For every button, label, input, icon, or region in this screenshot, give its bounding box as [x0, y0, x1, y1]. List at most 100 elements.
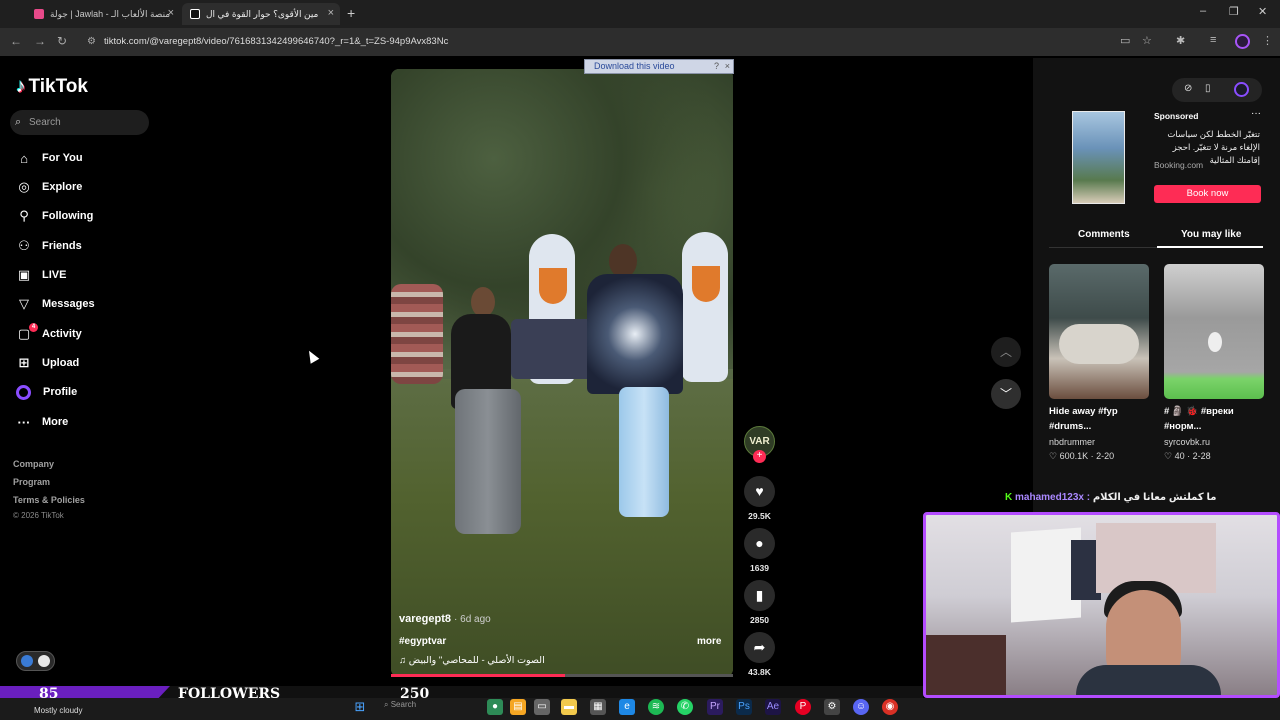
tab-comments[interactable]: Comments — [1078, 229, 1130, 240]
like-button[interactable]: ♥ — [744, 476, 775, 507]
weather-widget[interactable]: Mostly cloudy — [34, 706, 82, 715]
recommended-video-author[interactable]: nbdrummer — [1049, 437, 1095, 447]
nav-upload[interactable]: ⊞ Upload — [15, 352, 80, 374]
maximize-icon[interactable]: ❐ — [1229, 5, 1239, 18]
search-input[interactable]: ⌕ Search — [10, 110, 149, 135]
close-tab-icon[interactable]: × — [168, 7, 174, 19]
user-avatar-icon[interactable] — [1234, 82, 1249, 97]
friends-icon: ⚇ — [18, 238, 30, 253]
recommended-video-stats: ♡ 600.1K · 2-20 — [1049, 451, 1115, 461]
phone-icon[interactable]: ▯ — [1205, 83, 1211, 94]
nav-friends[interactable]: ⚇ Friends — [15, 235, 82, 257]
nav-live[interactable]: ▣ LIVE — [15, 264, 67, 286]
caption-more-button[interactable]: more — [697, 636, 721, 647]
share-button[interactable]: ➦ — [744, 632, 775, 663]
notepad-icon[interactable]: ▭ — [534, 699, 550, 715]
folder-icon[interactable]: ▤ — [510, 699, 526, 715]
comment-button[interactable]: ● — [744, 528, 775, 559]
back-icon[interactable]: ← — [10, 34, 22, 48]
tiktok-logo[interactable]: ♪ TikTok — [16, 76, 88, 98]
follow-plus-icon[interactable]: + — [753, 450, 766, 463]
recommended-video-title[interactable]: Hide away #fyp #drums... — [1049, 404, 1149, 434]
browser-menu-icon[interactable]: ⋮ — [1262, 34, 1273, 47]
download-help-icon[interactable]: ? — [714, 60, 719, 73]
reading-list-icon[interactable]: ≡ — [1210, 34, 1216, 46]
ad-image[interactable] — [1072, 111, 1125, 204]
new-tab-icon[interactable]: + — [347, 5, 355, 21]
previous-video-button[interactable]: ︿ — [991, 337, 1021, 367]
browser-tab-bar: جولة | Jawlah - منصة الألعاب الـ × مين ا… — [0, 0, 1280, 28]
browser-profile-avatar[interactable] — [1235, 34, 1250, 49]
after-effects-icon[interactable]: Ae — [765, 699, 781, 715]
book-now-button[interactable]: Book now — [1154, 185, 1261, 203]
author-name[interactable]: varegept8 — [399, 613, 451, 625]
messages-icon: ▽ — [19, 296, 29, 311]
calculator-icon[interactable]: ▦ — [590, 699, 606, 715]
window-close-icon[interactable]: ✕ — [1258, 5, 1267, 18]
recommended-video-thumb[interactable] — [1049, 264, 1149, 399]
more-icon: ··· — [17, 414, 31, 430]
chrome-alt-icon[interactable]: ◉ — [882, 699, 898, 715]
file-explorer-icon[interactable]: ▬ — [561, 699, 577, 715]
windows-start-icon[interactable]: ⊞ — [352, 699, 368, 715]
photoshop-icon[interactable]: Ps — [736, 699, 752, 715]
steam-icon[interactable]: ⚙ — [824, 699, 840, 715]
nav-activity[interactable]: ▢ 4 Activity — [15, 323, 82, 345]
download-video-bar[interactable]: Download this video ? × — [584, 59, 734, 74]
chrome-icon[interactable]: ● — [487, 699, 503, 715]
active-tab-indicator — [1157, 246, 1263, 248]
address-bar-row: ← → ↻ ⚙ tiktok.com/@varegept8/video/7616… — [0, 28, 1280, 56]
edge-icon[interactable]: e — [619, 699, 635, 715]
video-progress-bar[interactable] — [391, 674, 733, 677]
ad-options-icon[interactable]: ··· — [1251, 108, 1261, 119]
cast-icon[interactable]: ▭ — [1120, 34, 1130, 47]
browser-tab-active[interactable]: مين الأقوى؟ حوار القوة في ال × — [182, 3, 340, 25]
extensions-icon[interactable]: ✱ — [1176, 34, 1185, 47]
tab-you-may-like[interactable]: You may like — [1181, 229, 1241, 240]
minimize-icon[interactable]: – — [1200, 5, 1206, 17]
url-field[interactable]: ⚙ tiktok.com/@varegept8/video/7616831342… — [80, 32, 1155, 52]
nav-for-you[interactable]: ⌂ For You — [15, 147, 82, 169]
nav-explore[interactable]: ◎ Explore — [15, 176, 82, 198]
bookmark-star-icon[interactable]: ☆ — [1142, 34, 1152, 47]
browser-tab[interactable]: جولة | Jawlah - منصة الألعاب الـ × — [26, 3, 180, 25]
taskbar-search[interactable]: ⌕ Search — [384, 700, 416, 710]
premiere-icon[interactable]: Pr — [707, 699, 723, 715]
video-sound[interactable]: ♫ الصوت الأصلي - للمحاصي" والبيض — [399, 655, 545, 666]
download-close-icon[interactable]: × — [725, 60, 730, 73]
whatsapp-icon[interactable]: ✆ — [677, 699, 693, 715]
nav-messages[interactable]: ▽ Messages — [15, 293, 95, 315]
recommended-video-title[interactable]: # 🗿 🐞 #вреки #норм... — [1164, 404, 1264, 434]
nav-label: More — [42, 416, 69, 428]
video-author[interactable]: varegept8 · 6d ago — [399, 613, 491, 625]
nav-label: LIVE — [42, 269, 67, 281]
recommended-video-stats: ♡ 40 · 2-28 — [1164, 451, 1211, 461]
activity-badge: 4 — [29, 323, 38, 332]
footer-terms-link[interactable]: Terms & Policies — [13, 495, 85, 505]
recommended-video-author[interactable]: syrcovbk.ru — [1164, 437, 1210, 447]
video-player[interactable] — [391, 69, 733, 677]
site-info-icon[interactable]: ⚙ — [87, 32, 96, 52]
tab-title: جولة | Jawlah - منصة الألعاب الـ — [50, 8, 171, 19]
nav-profile[interactable]: Profile — [15, 381, 77, 403]
stream-overlay-toggle[interactable] — [16, 651, 55, 671]
spotify-icon[interactable]: ≋ — [648, 699, 664, 715]
pinterest-icon[interactable]: P — [795, 699, 811, 715]
close-tab-icon[interactable]: × — [328, 7, 334, 19]
nav-more[interactable]: ··· More — [15, 411, 69, 433]
compass-icon[interactable]: ⊘ — [1184, 83, 1192, 94]
save-button[interactable]: ▮ — [744, 580, 775, 611]
recommended-video-thumb[interactable] — [1164, 264, 1264, 399]
nav-label: Profile — [43, 386, 78, 398]
reload-icon[interactable]: ↻ — [57, 34, 67, 48]
tab-favicon-icon — [34, 9, 44, 19]
next-video-button[interactable]: ﹀ — [991, 379, 1021, 409]
nav-label: Following — [42, 210, 94, 222]
forward-icon[interactable]: → — [34, 34, 46, 48]
discord-icon[interactable]: ☺ — [853, 699, 869, 715]
nav-following[interactable]: ⚲ Following — [15, 205, 93, 227]
video-hashtag[interactable]: #egyptvar — [399, 636, 446, 647]
footer-company-link[interactable]: Company — [13, 459, 54, 469]
footer-program-link[interactable]: Program — [13, 477, 50, 487]
ad-source[interactable]: Booking.com — [1154, 160, 1203, 170]
